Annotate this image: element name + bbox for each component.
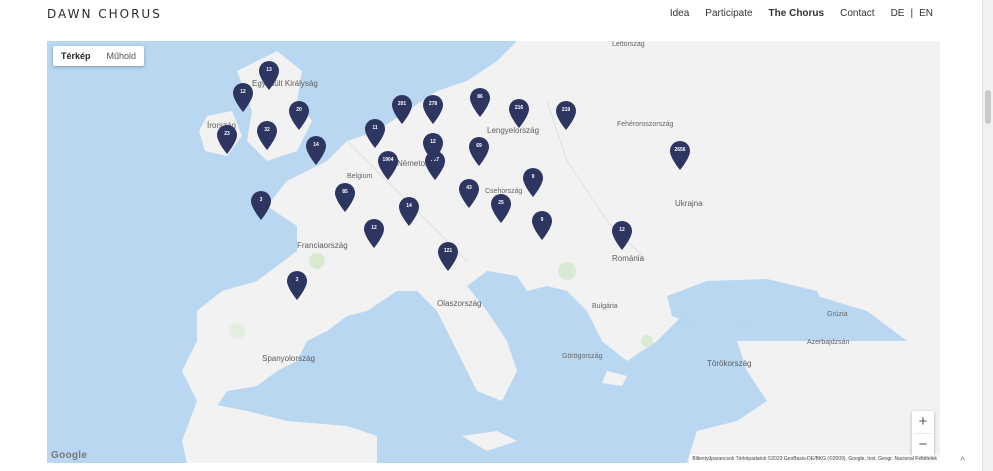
recording-pin-icon[interactable]: 12 xyxy=(363,219,385,249)
recording-pin-icon[interactable]: 278 xyxy=(422,95,444,125)
lang-de[interactable]: DE xyxy=(891,8,905,19)
nav-idea[interactable]: Idea xyxy=(670,8,689,19)
recording-pin-icon[interactable]: 9 xyxy=(531,211,553,241)
recording-pin-icon[interactable]: 13 xyxy=(258,61,280,91)
pin-count: 12 xyxy=(430,139,436,145)
pin-count: 12 xyxy=(371,225,377,231)
map-type-control: Térkép Műhold xyxy=(53,46,145,66)
lang-en[interactable]: EN xyxy=(919,8,933,19)
recording-pin-icon[interactable]: 11 xyxy=(364,119,386,149)
language-switcher: DE | EN xyxy=(891,8,933,19)
recording-pin-icon[interactable]: 219 xyxy=(555,101,577,131)
pin-count: 20 xyxy=(296,107,302,113)
recording-pin-icon[interactable]: 12 xyxy=(611,221,633,251)
recording-pin-icon[interactable]: 3 xyxy=(250,191,272,221)
recording-pin-icon[interactable]: 23 xyxy=(216,125,238,155)
map-label: Azerbajdzsán xyxy=(807,339,850,346)
pin-count: 1904 xyxy=(382,157,394,163)
pin-count: 2656 xyxy=(674,147,686,153)
map-label: Bulgária xyxy=(592,303,618,310)
scrollbar-thumb[interactable] xyxy=(985,90,991,124)
lang-separator: | xyxy=(910,8,914,19)
pin-count: 12 xyxy=(619,227,625,233)
map-label: Lettország xyxy=(612,41,645,48)
pin-count: 32 xyxy=(264,127,270,133)
site-header: DAWN CHORUS Idea Participate The Chorus … xyxy=(0,0,993,32)
map-label: Románia xyxy=(612,254,645,263)
pin-count: 11 xyxy=(372,125,378,131)
map-label: Fehéroroszország xyxy=(617,121,674,128)
pin-count: 25 xyxy=(498,200,504,206)
recording-pin-icon[interactable]: 2656 xyxy=(669,141,691,171)
zoom-in-button[interactable]: + xyxy=(912,411,934,433)
map-label: Ukrajna xyxy=(675,199,703,208)
recording-pin-icon[interactable]: 3 xyxy=(286,271,308,301)
recording-pin-icon[interactable]: 85 xyxy=(334,183,356,213)
map-type-roadmap[interactable]: Térkép xyxy=(53,46,99,66)
pin-count: 219 xyxy=(561,107,571,113)
zoom-control: + − xyxy=(912,411,934,456)
pin-count: 12 xyxy=(240,89,246,95)
pin-count: 85 xyxy=(342,189,348,195)
recording-pin-icon[interactable]: 201 xyxy=(391,95,413,125)
page-scrollbar[interactable] xyxy=(982,0,993,471)
pin-count: 43 xyxy=(466,185,472,191)
nav-participate[interactable]: Participate xyxy=(705,8,752,19)
recording-pin-icon[interactable]: 12 xyxy=(422,133,444,163)
zoom-out-button[interactable]: − xyxy=(912,434,934,456)
map-label: Grúzia xyxy=(827,311,848,318)
pin-count: 14 xyxy=(313,142,319,148)
pin-count: 69 xyxy=(476,143,482,149)
pin-count: 13 xyxy=(266,67,272,73)
main-nav: Idea Participate The Chorus Contact DE |… xyxy=(670,8,933,19)
recording-pin-icon[interactable]: 32 xyxy=(256,121,278,151)
map-label: Franciaország xyxy=(297,241,348,250)
map-attribution[interactable]: Billentyűparancsok Térképadatok ©2023 Ge… xyxy=(689,455,940,463)
recording-pin-icon[interactable]: 69 xyxy=(468,137,490,167)
recording-pin-icon[interactable]: 20 xyxy=(288,101,310,131)
pin-count: 9 xyxy=(540,217,544,223)
pin-count: 121 xyxy=(443,248,453,254)
map-label: Görögország xyxy=(562,353,603,360)
recording-pin-icon[interactable]: 1904 xyxy=(377,151,399,181)
map-type-satellite[interactable]: Műhold xyxy=(99,46,145,66)
recording-pin-icon[interactable]: 14 xyxy=(398,197,420,227)
pin-count: 9 xyxy=(531,174,535,180)
recording-pin-icon[interactable]: 9 xyxy=(522,168,544,198)
nav-contact[interactable]: Contact xyxy=(840,8,874,19)
nav-the-chorus[interactable]: The Chorus xyxy=(769,8,825,19)
recording-pin-icon[interactable]: 25 xyxy=(490,194,512,224)
map-label: Olaszország xyxy=(437,299,482,308)
site-logo[interactable]: DAWN CHORUS xyxy=(47,7,162,21)
map-basemap xyxy=(47,41,940,463)
recording-pin-icon[interactable]: 216 xyxy=(508,99,530,129)
google-logo[interactable]: Google xyxy=(51,450,87,461)
map-label: Belgium xyxy=(347,173,373,180)
recording-pin-icon[interactable]: 86 xyxy=(469,88,491,118)
recording-pin-icon[interactable]: 12 xyxy=(232,83,254,113)
pin-count: 14 xyxy=(406,203,412,209)
recording-pin-icon[interactable]: 121 xyxy=(437,242,459,272)
recording-pin-icon[interactable]: 43 xyxy=(458,179,480,209)
pin-count: 86 xyxy=(477,94,483,100)
recording-pin-icon[interactable]: 14 xyxy=(305,136,327,166)
pin-count: 3 xyxy=(259,197,263,203)
back-to-top-icon[interactable]: ^ xyxy=(960,456,965,467)
pin-count: 216 xyxy=(514,105,524,111)
pin-count: 3 xyxy=(295,277,299,283)
map-label: Spanyolország xyxy=(262,354,315,363)
recordings-map[interactable]: Egyesült Királyság Írország Németország Len… xyxy=(47,41,940,463)
pin-count: 23 xyxy=(224,131,230,137)
map-label: Törökország xyxy=(707,359,752,368)
pin-count: 278 xyxy=(428,101,438,107)
pin-count: 201 xyxy=(397,101,407,107)
